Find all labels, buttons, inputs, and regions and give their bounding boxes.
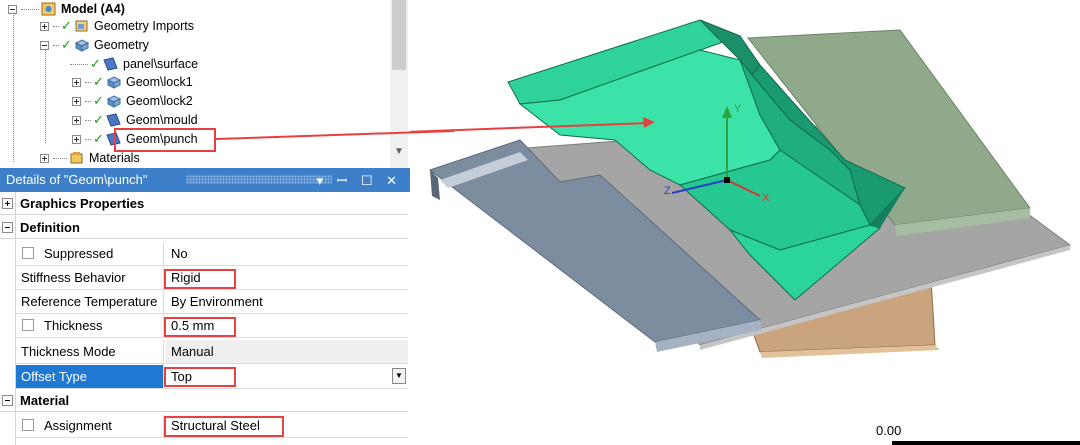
geometry-imports-icon — [74, 19, 89, 33]
section-label: Material — [20, 393, 70, 408]
row-label: Assignment — [16, 414, 164, 437]
status-check-icon: ✓ — [90, 56, 101, 71]
punch-highlight-box — [114, 128, 216, 152]
x-axis-label: X — [762, 192, 770, 204]
tree-guide-line — [13, 12, 14, 162]
panel-window-buttons[interactable]: ▾ ꟷ ☐ ✕ — [317, 171, 403, 189]
row-thickness-mode[interactable]: Thickness Mode Manual — [16, 340, 408, 364]
solid-body-icon — [106, 94, 122, 108]
tree-label: Model (A4) — [61, 2, 125, 16]
status-check-icon: ✓ — [93, 112, 104, 127]
surface-body-icon — [106, 113, 121, 127]
scroll-down-icon[interactable]: ▼ — [392, 146, 406, 160]
row-label: Stiffness Behavior — [16, 266, 164, 289]
row-label: Thickness — [16, 314, 164, 337]
section-material[interactable]: Material — [0, 390, 408, 412]
status-check-icon: ✓ — [61, 37, 72, 52]
assignment-highlight-box — [164, 416, 284, 437]
details-title: Details of "Geom\punch" — [6, 172, 148, 187]
graphics-viewport[interactable]: Y X Z — [410, 0, 1080, 445]
row-value[interactable]: By Environment — [166, 290, 408, 313]
scale-label: 0.00 — [876, 423, 902, 438]
y-axis-label: Y — [734, 103, 742, 115]
tree-label: Materials — [89, 151, 140, 165]
tree-item-geometry[interactable]: ✓ Geometry — [40, 36, 149, 54]
stiffness-highlight-box — [164, 269, 236, 289]
expand-toggle[interactable] — [72, 115, 81, 125]
status-check-icon: ✓ — [93, 74, 104, 89]
expand-toggle[interactable] — [72, 134, 81, 144]
tree-label: Geom\mould — [126, 113, 198, 127]
surface-body-icon — [103, 57, 118, 71]
row-value[interactable]: No — [166, 242, 408, 265]
collapse-toggle[interactable] — [8, 4, 17, 14]
expand-toggle[interactable] — [72, 77, 81, 87]
tree-item-panel-surface[interactable]: ✓ panel\surface — [70, 55, 198, 73]
row-label: Thickness Mode — [16, 340, 164, 363]
section-label: Graphics Properties — [20, 196, 145, 211]
thickness-highlight-box — [164, 317, 236, 337]
scale-bar — [892, 441, 1080, 445]
expand-toggle[interactable] — [40, 153, 49, 163]
tree-scrollbar-thumb[interactable] — [392, 0, 406, 70]
triad-origin — [724, 177, 730, 183]
tree-item-lock1[interactable]: ✓ Geom\lock1 — [72, 73, 193, 91]
section-definition[interactable]: Definition — [0, 217, 408, 239]
model-icon — [41, 2, 56, 16]
tree-label: Geom\lock1 — [126, 75, 193, 89]
tree-item-lock2[interactable]: ✓ Geom\lock2 — [72, 92, 193, 110]
tree-item-model[interactable]: Model (A4) — [8, 0, 125, 18]
expand-toggle[interactable] — [72, 96, 81, 106]
tree-guide-line — [45, 48, 46, 143]
row-label: Offset Type — [16, 365, 164, 388]
tree-label: Geometry — [94, 38, 149, 52]
section-graphics-properties[interactable]: Graphics Properties — [0, 193, 408, 215]
tree-label: Geom\lock2 — [126, 94, 193, 108]
row-reference-temperature[interactable]: Reference Temperature By Environment — [16, 290, 408, 314]
expand-toggle[interactable] — [40, 21, 49, 31]
details-title-bar: Details of "Geom\punch" ▾ ꟷ ☐ ✕ — [0, 168, 410, 192]
drag-grip[interactable] — [186, 175, 332, 184]
details-panel: Details of "Geom\punch" ▾ ꟷ ☐ ✕ Graphics… — [0, 168, 410, 445]
z-axis-label: Z — [664, 185, 671, 197]
geometry-icon — [74, 38, 90, 52]
row-label: Suppressed — [16, 242, 164, 265]
status-check-icon: ✓ — [61, 18, 72, 33]
section-label: Definition — [20, 220, 80, 235]
materials-icon — [69, 151, 84, 165]
status-check-icon: ✓ — [93, 93, 104, 108]
row-value[interactable]: Manual — [166, 340, 408, 363]
offset-type-highlight-box — [164, 367, 236, 387]
row-suppressed[interactable]: Suppressed No — [16, 242, 408, 266]
tree-item-geometry-imports[interactable]: ✓ Geometry Imports — [40, 17, 194, 35]
solid-body-icon — [106, 75, 122, 89]
tree-item-mould[interactable]: ✓ Geom\mould — [72, 111, 198, 129]
model-3d-view[interactable]: Y X Z — [410, 0, 1080, 445]
collapse-toggle[interactable] — [2, 395, 13, 406]
tree-label: Geometry Imports — [94, 19, 195, 33]
dropdown-arrow-icon[interactable]: ▼ — [392, 368, 406, 384]
status-check-icon: ✓ — [93, 131, 104, 146]
collapse-toggle[interactable] — [2, 222, 13, 233]
callout-arrow-start — [215, 130, 454, 140]
expand-toggle[interactable] — [2, 198, 13, 209]
collapse-toggle[interactable] — [40, 40, 49, 50]
tree-label: panel\surface — [123, 57, 199, 71]
row-label: Reference Temperature — [16, 290, 164, 313]
